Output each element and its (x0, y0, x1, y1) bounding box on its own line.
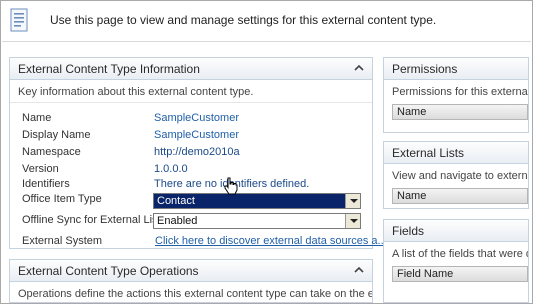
row-display-name: Display Name SampleCustomer (10, 126, 372, 143)
external-lists-panel-description: View and navigate to external (392, 170, 528, 182)
row-value: SampleCustomer (154, 129, 239, 141)
row-label: Namespace (22, 146, 81, 158)
permissions-panel-description: Permissions for this external c (392, 86, 528, 98)
page-description: Use this page to view and manage setting… (50, 13, 437, 27)
document-icon (10, 8, 28, 32)
page-frame: Use this page to view and manage setting… (0, 0, 533, 304)
collapse-arrow-icon[interactable] (354, 265, 364, 275)
row-external-system: External System Click here to discover e… (10, 232, 387, 249)
info-panel-description: Key information about this external cont… (10, 80, 372, 103)
external-lists-name-column[interactable]: Name (392, 188, 528, 204)
dropdown-arrow-icon[interactable] (345, 214, 360, 228)
row-identifiers: Identifiers There are no identifiers def… (10, 177, 372, 191)
row-offline-sync: Offline Sync for External List Enabled (10, 210, 372, 232)
info-panel: External Content Type Information Key in… (9, 57, 387, 249)
row-label: Office Item Type (22, 193, 102, 205)
row-name: Name SampleCustomer (10, 109, 372, 126)
info-panel-header[interactable]: External Content Type Information (10, 58, 372, 80)
fields-panel: Fields A list of the fields that were d … (383, 219, 529, 303)
office-item-type-select[interactable]: Contact (153, 193, 361, 209)
permissions-panel-title: Permissions (392, 62, 458, 76)
operations-panel-description: Operations define the actions this exter… (18, 288, 372, 300)
info-rows: Name SampleCustomer Display Name SampleC… (10, 103, 387, 249)
select-value: Contact (157, 195, 195, 207)
row-label: External System (22, 235, 103, 247)
row-value: 1.0.0.0 (154, 163, 188, 175)
row-label: Identifiers (22, 178, 70, 190)
permissions-panel: Permissions Permissions for this externa… (383, 57, 529, 133)
operations-panel-title: External Content Type Operations (18, 264, 199, 278)
info-panel-title: External Content Type Information (18, 62, 200, 76)
row-value: http://demo2010a (154, 146, 240, 158)
external-lists-panel: External Lists View and navigate to exte… (383, 141, 529, 209)
permissions-panel-header[interactable]: Permissions (384, 58, 528, 80)
row-label: Offline Sync for External List (22, 214, 161, 226)
hand-cursor-icon (224, 177, 238, 195)
row-label: Name (22, 112, 52, 124)
external-lists-panel-header[interactable]: External Lists (384, 142, 528, 164)
external-lists-panel-title: External Lists (392, 146, 465, 160)
fields-panel-description: A list of the fields that were d (392, 248, 528, 260)
operations-panel: External Content Type Operations Operati… (9, 259, 373, 303)
info-bar: Use this page to view and manage setting… (2, 2, 531, 42)
offline-sync-select[interactable]: Enabled (153, 213, 361, 229)
fields-name-column[interactable]: Field Name (392, 266, 528, 282)
row-namespace: Namespace http://demo2010a (10, 143, 372, 160)
row-label: Version (22, 163, 59, 175)
row-value: SampleCustomer (154, 112, 239, 124)
fields-panel-header[interactable]: Fields (384, 220, 528, 242)
operations-panel-header[interactable]: External Content Type Operations (10, 260, 372, 282)
discover-data-sources-link[interactable]: Click here to discover external data sou… (155, 235, 387, 247)
collapse-arrow-icon[interactable] (354, 63, 364, 73)
row-office-item-type: Office Item Type Contact (10, 191, 372, 210)
row-version: Version 1.0.0.0 (10, 160, 372, 177)
fields-panel-title: Fields (392, 224, 425, 238)
dropdown-arrow-icon[interactable] (345, 194, 360, 208)
select-value: Enabled (157, 215, 198, 227)
row-label: Display Name (22, 129, 91, 141)
permissions-name-column[interactable]: Name (392, 104, 528, 120)
